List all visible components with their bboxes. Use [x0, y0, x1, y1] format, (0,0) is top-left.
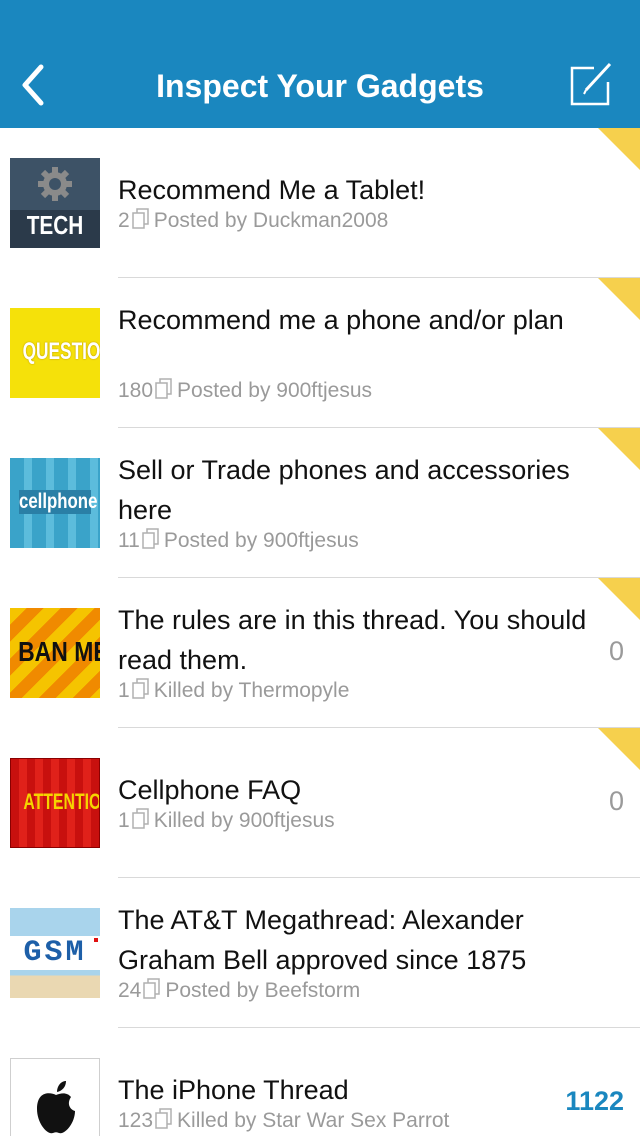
thread-byline: Posted by 900ftjesus: [177, 379, 373, 402]
bookmark-corner: [598, 278, 640, 320]
gear-icon: [38, 167, 72, 201]
unread-count: 1122: [565, 1086, 624, 1116]
page-icon: [131, 808, 149, 829]
page-title: Inspect Your Gadgets: [156, 68, 484, 104]
thread-tag-label: GSM: [10, 936, 100, 970]
thread-title: Recommend Me a Tablet!: [118, 175, 426, 205]
page-icon: [143, 978, 161, 999]
thread-meta: 11 Posted by 900ftjesus: [118, 528, 359, 554]
page-count: 2: [118, 209, 130, 232]
page-icon: [142, 528, 159, 549]
thread-byline: Killed by 900ftjesus: [153, 809, 335, 832]
thread-row[interactable]: GSM The AT&T Megathread: Alexander Graha…: [0, 878, 640, 1028]
thread-byline: Killed by Star War Sex Parrot: [177, 1109, 450, 1132]
page-count: 1: [118, 679, 130, 702]
bookmark-corner: [598, 578, 640, 620]
thread-meta: 1 Killed by Thermopyle: [118, 678, 349, 704]
thread-tag-label: BAN ME: [18, 636, 100, 667]
unread-count: 0: [608, 786, 624, 816]
thread-tag-label: cellphone: [19, 490, 98, 514]
thread-row[interactable]: BAN ME The rules are in this thread. You…: [0, 578, 640, 728]
page-count: 24: [118, 979, 142, 1002]
thread-tag-question: QUESTION: [10, 308, 100, 398]
bookmark-corner: [598, 428, 640, 470]
thread-byline: Posted by Duckman2008: [153, 209, 389, 232]
thread-tag-label: QUESTION: [22, 338, 100, 365]
thread-tag-ban-me: BAN ME: [10, 608, 100, 698]
page-icon: [155, 1108, 172, 1129]
thread-tag-cellphone: cellphone: [10, 458, 100, 548]
thread-row[interactable]: QUESTION Recommend me a phone and/or pla…: [0, 278, 640, 428]
thread-meta: 2 Posted by Duckman2008: [118, 208, 388, 234]
thread-meta: 1 Killed by 900ftjesus: [118, 808, 335, 834]
page-count: 123: [118, 1109, 154, 1132]
thread-row[interactable]: ATTENTION Cellphone FAQ 1 Killed by 900ft…: [0, 728, 640, 878]
thread-row[interactable]: cellphone Sell or Trade phones and acces…: [0, 428, 640, 578]
thread-list: TECH Recommend Me a Tablet! 2 Posted by D…: [0, 128, 640, 1136]
thread-tag-attention: ATTENTION: [10, 758, 100, 848]
thread-row[interactable]: TECH Recommend Me a Tablet! 2 Posted by D…: [0, 128, 640, 278]
page-count: 180: [118, 379, 154, 402]
unread-count: 0: [608, 636, 624, 666]
page-count: 1: [118, 809, 130, 832]
thread-title: The AT&T Megathread: Alexander Graham Be…: [118, 905, 527, 975]
compose-button[interactable]: [566, 58, 618, 110]
thread-meta: 123 Killed by Star War Sex Parrot: [118, 1108, 449, 1134]
thread-title: The rules are in this thread. You should…: [118, 605, 587, 675]
thread-title: Sell or Trade phones and accessories her…: [118, 455, 570, 525]
bookmark-corner: [598, 728, 640, 770]
thread-meta: 24 Posted by Beefstorm: [118, 978, 360, 1004]
thread-row[interactable]: The iPhone Thread 123 Killed by Star War …: [0, 1028, 640, 1136]
thread-tag-label: ATTENTION: [23, 789, 99, 814]
thread-tag-label: TECH: [26, 210, 84, 240]
page-icon: [131, 678, 149, 699]
thread-byline: Posted by Beefstorm: [165, 979, 361, 1002]
thread-byline: Killed by Thermopyle: [153, 679, 350, 702]
page-icon: [155, 378, 172, 399]
thread-tag-tech: TECH: [10, 158, 100, 248]
red-dot: [94, 938, 98, 942]
apple-logo-icon: [37, 1081, 75, 1134]
thread-tag-gsm: GSM: [10, 908, 100, 998]
nav-bar: Inspect Your Gadgets: [0, 0, 640, 128]
page-icon: [131, 208, 149, 229]
thread-title: Recommend me a phone and/or plan: [118, 305, 564, 335]
compose-icon: [570, 62, 612, 106]
thread-tag-apple: [10, 1058, 100, 1136]
thread-title: Cellphone FAQ: [118, 775, 302, 805]
thread-byline: Posted by 900ftjesus: [163, 529, 359, 552]
page-count: 11: [118, 529, 140, 552]
thread-meta: 180 Posted by 900ftjesus: [118, 378, 372, 404]
bookmark-corner: [598, 128, 640, 170]
thread-title: The iPhone Thread: [118, 1075, 349, 1105]
